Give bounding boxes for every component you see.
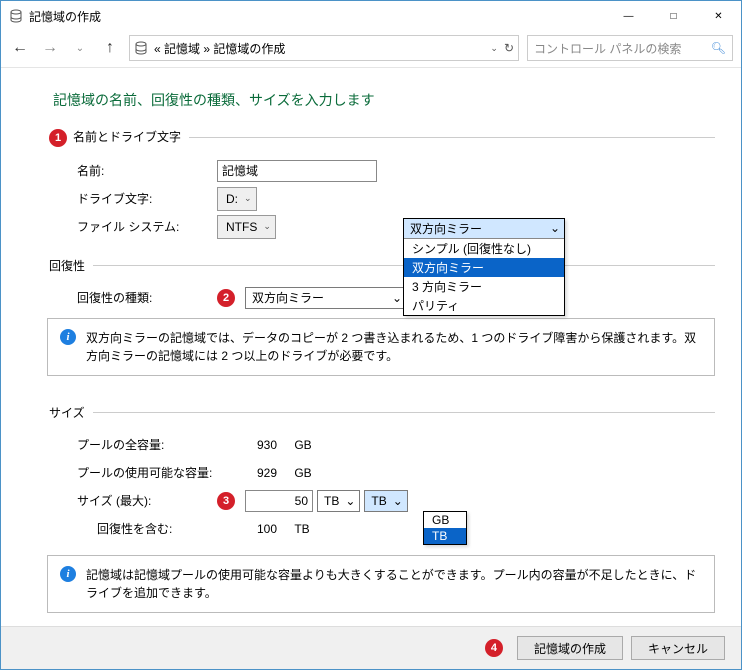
refresh-icon[interactable]: ↻ — [504, 41, 514, 55]
group-size-legend: サイズ — [47, 404, 93, 421]
resiliency-option[interactable]: パリティ — [404, 296, 564, 315]
pool-total-label: プールの全容量: — [47, 436, 217, 453]
cancel-button[interactable]: キャンセル — [631, 636, 725, 660]
size-unit-select-1[interactable]: TB ⌄ — [317, 490, 360, 512]
navbar: ← → ⌄ ↑ « 記憶域 » 記憶域の作成 ⌄ ↻ コントロール パネルの検索… — [1, 31, 741, 65]
up-button[interactable]: ↑ — [99, 39, 121, 57]
minimize-button[interactable]: — — [606, 1, 651, 31]
filesystem-select[interactable]: NTFS ⌄ — [217, 215, 276, 239]
info-icon: i — [60, 329, 76, 345]
storage-icon — [134, 41, 148, 55]
size-unit1-value: TB — [324, 494, 339, 508]
incl-unit: TB — [294, 522, 324, 536]
chevron-down-icon: ⌄ — [244, 193, 252, 204]
unit-dropdown-open[interactable]: GBTB — [423, 511, 467, 545]
incl-value: 100 — [217, 522, 291, 536]
size-unit-select-2[interactable]: TB ⌄ — [364, 490, 407, 512]
maximize-button[interactable]: □ — [651, 1, 696, 31]
fs-label: ファイル システム: — [47, 218, 217, 235]
resiliency-dropdown-header: 双方向ミラー — [410, 220, 482, 237]
size-unit2-value: TB — [371, 494, 386, 508]
pool-avail-label: プールの使用可能な容量: — [47, 464, 217, 481]
forward-button: → — [39, 39, 61, 57]
titlebar: 記憶域の作成 — □ ✕ — [1, 1, 741, 31]
search-placeholder: コントロール パネルの検索 — [534, 40, 681, 57]
name-label: 名前: — [47, 162, 217, 179]
unit-option[interactable]: GB — [424, 512, 466, 528]
size-label: サイズ (最大): — [47, 492, 217, 509]
chevron-down-icon: ⌄ — [263, 221, 271, 232]
drive-label: ドライブ文字: — [47, 190, 217, 207]
recent-dropdown-icon[interactable]: ⌄ — [69, 43, 91, 54]
step-badge-1: 1 — [49, 129, 67, 147]
resiliency-select[interactable]: 双方向ミラー ⌄ — [245, 287, 407, 309]
search-icon[interactable]: 🔍︎ — [711, 41, 726, 55]
step-badge-2: 2 — [217, 289, 235, 307]
resiliency-info-box: i 双方向ミラーの記憶域では、データのコピーが 2 つ書き込まれるため、1 つの… — [47, 318, 715, 376]
storage-icon — [9, 9, 23, 23]
filesystem-select-value: NTFS — [226, 220, 257, 234]
resiliency-dropdown-open[interactable]: 双方向ミラー ⌄ シンプル (回復性なし)双方向ミラー3 方向ミラーパリティ — [403, 218, 565, 316]
resiliency-info-text: 双方向ミラーの記憶域では、データのコピーが 2 つ書き込まれるため、1 つのドラ… — [86, 329, 702, 365]
page-heading: 記憶域の名前、回復性の種類、サイズを入力します — [53, 90, 715, 110]
breadcrumb[interactable]: « 記憶域 » 記憶域の作成 — [154, 40, 285, 57]
size-input[interactable] — [245, 490, 313, 512]
size-info-text: 記憶域は記憶域プールの使用可能な容量よりも大きくすることができます。プール内の容… — [86, 566, 702, 602]
address-bar[interactable]: « 記憶域 » 記憶域の作成 ⌄ ↻ — [129, 35, 519, 61]
resiliency-type-label: 回復性の種類: — [47, 289, 217, 306]
footer: 4 記憶域の作成 キャンセル — [1, 626, 741, 669]
group-resiliency: 回復性 回復性の種類: 2 双方向ミラー ⌄ i 双方向ミラーの記憶域では、デー… — [47, 257, 715, 394]
resiliency-select-value: 双方向ミラー — [252, 289, 324, 306]
size-info-box: i 記憶域は記憶域プールの使用可能な容量よりも大きくすることができます。プール内… — [47, 555, 715, 613]
info-icon: i — [60, 566, 76, 582]
close-button[interactable]: ✕ — [696, 1, 741, 31]
pool-avail-unit: GB — [294, 466, 324, 480]
drive-select-value: D: — [226, 192, 238, 206]
step-badge-3: 3 — [217, 492, 235, 510]
back-button[interactable]: ← — [9, 39, 31, 57]
group-resiliency-legend: 回復性 — [47, 257, 93, 274]
group-name-legend: 名前とドライブ文字 — [73, 130, 181, 144]
chevron-down-icon: ⌄ — [550, 221, 560, 235]
unit-option[interactable]: TB — [424, 528, 466, 544]
chevron-down-icon[interactable]: ⌄ — [490, 43, 498, 54]
group-name-drive: 1 名前とドライブ文字 名前: ドライブ文字: D: ⌄ ファイル システム: N… — [47, 128, 715, 247]
search-input[interactable]: コントロール パネルの検索 🔍︎ — [527, 35, 733, 61]
pool-total-unit: GB — [294, 438, 324, 452]
name-input[interactable] — [217, 160, 377, 182]
pool-total-value: 930 — [217, 438, 291, 452]
chevron-down-icon: ⌄ — [345, 494, 355, 508]
window-title: 記憶域の作成 — [29, 8, 606, 25]
resiliency-option[interactable]: 3 方向ミラー — [404, 277, 564, 296]
chevron-down-icon: ⌄ — [392, 291, 402, 305]
drive-select[interactable]: D: ⌄ — [217, 187, 257, 211]
step-badge-4: 4 — [485, 639, 503, 657]
group-size: サイズ プールの全容量: 930 GB プールの使用可能な容量: 929 GB … — [47, 404, 715, 631]
chevron-down-icon: ⌄ — [393, 494, 403, 508]
incl-label: 回復性を含む: — [47, 520, 217, 537]
create-button[interactable]: 記憶域の作成 — [517, 636, 623, 660]
resiliency-option[interactable]: シンプル (回復性なし) — [404, 239, 564, 258]
resiliency-option[interactable]: 双方向ミラー — [404, 258, 564, 277]
pool-avail-value: 929 — [217, 466, 291, 480]
